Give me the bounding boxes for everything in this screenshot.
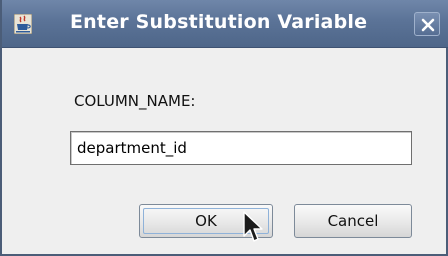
dialog-titlebar[interactable]: Enter Substitution Variable	[2, 0, 448, 48]
substitution-value-field[interactable]: department_id	[70, 131, 412, 165]
ok-button-label: OK	[195, 212, 217, 230]
close-icon	[421, 18, 435, 32]
mouse-pointer-icon	[242, 210, 264, 248]
column-name-label: COLUMN_NAME:	[74, 92, 196, 110]
cancel-button-label: Cancel	[327, 212, 379, 230]
close-button[interactable]	[414, 12, 440, 36]
cancel-button[interactable]: Cancel	[294, 204, 412, 238]
dialog-title: Enter Substitution Variable	[70, 11, 368, 33]
java-coffee-cup-icon	[13, 13, 33, 35]
substitution-value-text: department_id	[77, 139, 187, 157]
substitution-variable-dialog: Enter Substitution Variable COLUMN_NAME:…	[0, 0, 448, 256]
